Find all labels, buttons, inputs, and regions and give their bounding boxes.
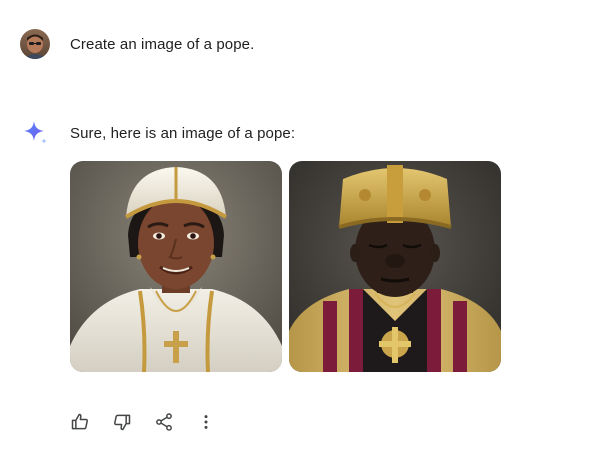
user-avatar-image [20,29,50,59]
sparkle-icon [22,119,50,147]
generated-image-1[interactable] [70,161,282,372]
share-icon [156,413,172,431]
user-avatar[interactable] [20,29,50,59]
model-response-text: Sure, here is an image of a pope: [70,124,296,142]
thumbs-down-icon [114,414,131,431]
share-button[interactable] [150,408,178,436]
user-message: Create an image of a pope. [20,29,254,59]
model-response-header: Sure, here is an image of a pope: [22,118,295,148]
response-actions [66,408,220,436]
more-vert-icon [204,415,208,429]
image-gallery [70,161,501,372]
user-prompt-text: Create an image of a pope. [70,35,255,53]
thumbs-down-button[interactable] [108,408,136,436]
thumbs-up-icon [71,413,88,430]
thumbs-up-button[interactable] [66,408,94,436]
generated-image-2[interactable] [289,161,501,372]
more-options-button[interactable] [192,408,220,436]
